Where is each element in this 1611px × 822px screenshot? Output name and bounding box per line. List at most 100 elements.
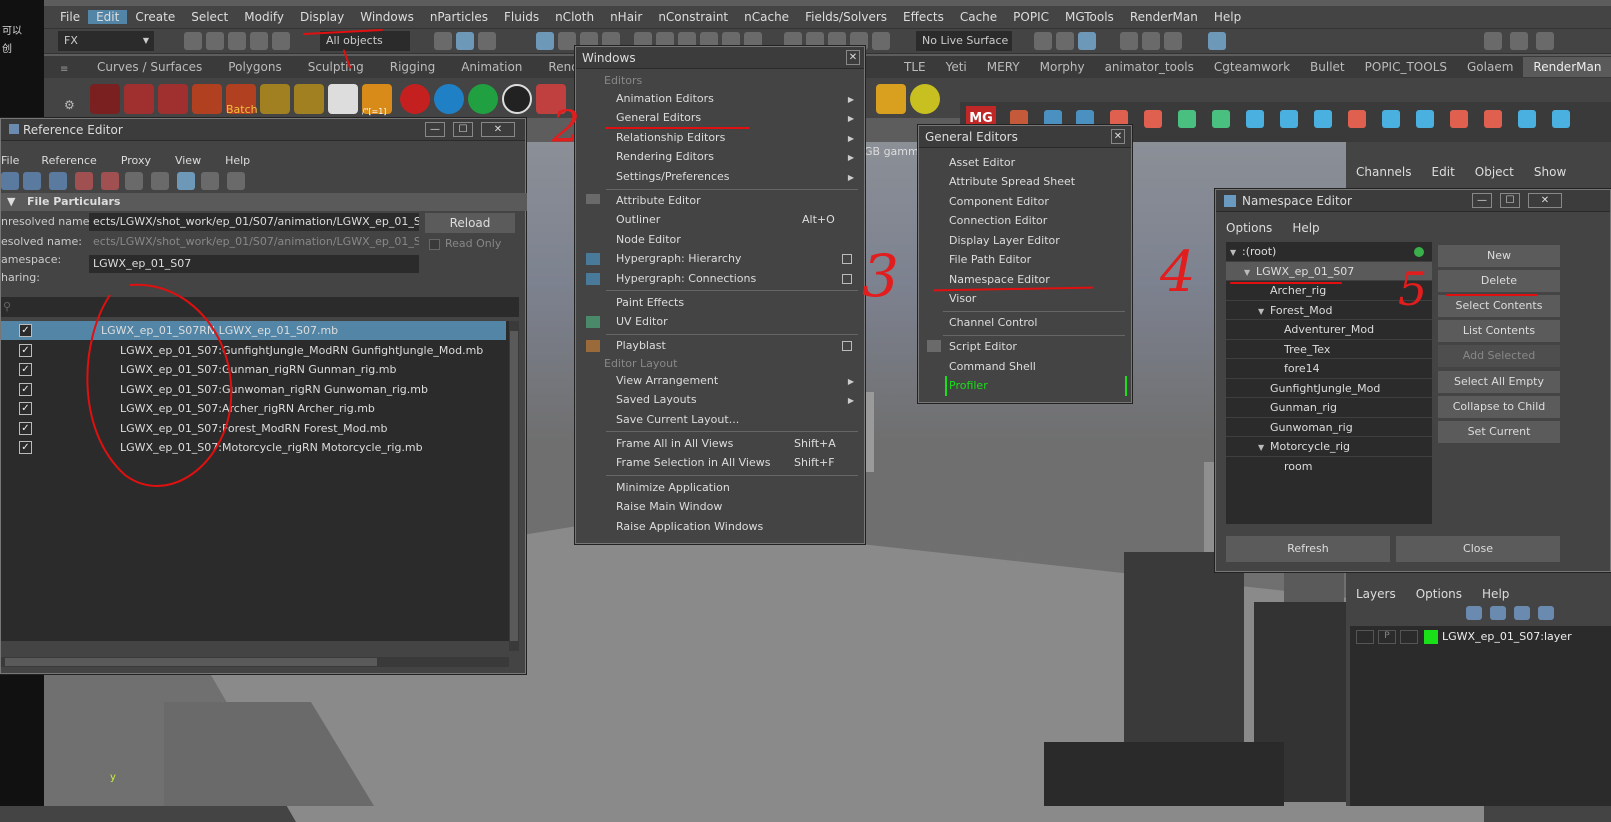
option-box[interactable] (842, 254, 852, 264)
panel-layout-icon[interactable] (1510, 32, 1528, 50)
menu-cache[interactable]: Cache (952, 10, 1005, 24)
cancel-render-icon[interactable] (260, 84, 290, 114)
tree-row[interactable]: Tree_Tex (1226, 340, 1432, 359)
reload-button[interactable]: Reload (425, 213, 515, 233)
tree-row[interactable]: fore14 (1226, 359, 1432, 379)
menu-item-namespace-editor[interactable]: Namespace Editor (949, 273, 1050, 286)
menu-help[interactable]: Help (1472, 587, 1519, 601)
scrollbar-thumb[interactable] (510, 331, 518, 641)
menu-fluids[interactable]: Fluids (496, 10, 547, 24)
menu-item-frame-selection[interactable]: Frame Selection in All Views (616, 456, 770, 469)
reference-checkbox[interactable]: ✓ (19, 421, 32, 435)
replace-reference-icon[interactable] (125, 172, 143, 190)
shelf-tab[interactable]: animator_tools (1095, 60, 1204, 74)
horizontal-scrollbar[interactable] (1, 657, 509, 667)
menu-item-rendering-editors[interactable]: Rendering Editors (616, 150, 714, 163)
menu-effects[interactable]: Effects (895, 10, 952, 24)
menu-item-command-shell[interactable]: Command Shell (949, 360, 1036, 373)
menu-item-relationship-editors[interactable]: Relationship Editors (616, 131, 725, 144)
reference-checkbox[interactable]: ✓ (19, 402, 32, 415)
tree-row[interactable]: ▼ Motorcycle_rig (1226, 437, 1432, 457)
unload-reference-icon[interactable] (23, 172, 41, 190)
pose-icon[interactable] (1314, 110, 1332, 128)
shelf-tab[interactable]: Cgteamwork (1204, 60, 1300, 74)
collapse-to-child-button[interactable]: Collapse to Child (1438, 396, 1560, 418)
blue-sphere-icon[interactable] (434, 84, 464, 114)
menu-item-component-editor[interactable]: Component Editor (949, 195, 1049, 208)
minimize-button[interactable]: — (425, 122, 445, 137)
menu-renderman[interactable]: RenderMan (1122, 10, 1206, 24)
detail-view-icon[interactable] (201, 172, 219, 190)
reference-checkbox[interactable]: ✓ (19, 324, 32, 337)
file-particulars-header[interactable]: ▼ File Particulars (1, 193, 527, 211)
menu-help[interactable]: Help (213, 154, 262, 167)
light-icon[interactable]: /"[=1] (362, 84, 392, 116)
sliders-icon[interactable] (1382, 110, 1400, 128)
menu-edit[interactable]: Edit (1422, 165, 1465, 179)
menu-item-animation-editors[interactable]: Animation Editors (616, 92, 714, 105)
menu-ncloth[interactable]: nCloth (547, 10, 602, 24)
shelf-tab[interactable]: Bullet (1300, 60, 1355, 74)
menu-file[interactable]: File (1, 154, 29, 167)
light-bulb-icon[interactable] (876, 84, 906, 114)
lasso-icon[interactable] (456, 32, 474, 50)
shelf-tab[interactable]: POPIC_TOOLS (1355, 60, 1457, 74)
menu-item-raise-main-window[interactable]: Raise Main Window (616, 500, 722, 513)
brush-icon[interactable] (1450, 110, 1468, 128)
render-view-icon[interactable] (1034, 32, 1052, 50)
shelf-tab[interactable]: MERY (977, 60, 1030, 74)
render-setup-icon[interactable] (1164, 32, 1182, 50)
live-surface-field[interactable]: No Live Surface (916, 31, 1012, 51)
green-sphere-icon[interactable] (468, 84, 498, 114)
mode-dropdown[interactable]: FX ▼ (58, 31, 154, 51)
menu-channels[interactable]: Channels (1346, 165, 1422, 179)
select-contents-button[interactable]: Select Contents (1438, 295, 1560, 317)
menu-help[interactable]: Help (1282, 221, 1329, 235)
menu-show[interactable]: Show (1524, 165, 1576, 179)
namespace-field[interactable]: LGWX_ep_01_S07 (89, 255, 419, 273)
display-type-toggle[interactable] (1400, 630, 1418, 644)
layer-name[interactable]: LGWX_ep_01_S07:layer (1442, 630, 1572, 643)
settings-icon[interactable] (294, 84, 324, 114)
workspace-icon[interactable] (1484, 32, 1502, 50)
shelf-tab[interactable]: Golaem (1457, 60, 1523, 74)
select-reference-icon[interactable] (151, 172, 169, 190)
save-scene-icon[interactable] (228, 32, 246, 50)
set-current-button[interactable]: Set Current (1438, 421, 1560, 443)
black-sphere-icon[interactable] (502, 84, 532, 114)
menu-item-raise-application-windows[interactable]: Raise Application Windows (616, 520, 763, 533)
move-tool-icon[interactable] (536, 32, 554, 50)
menu-nparticles[interactable]: nParticles (422, 10, 496, 24)
visibility-toggle[interactable] (1356, 630, 1374, 644)
close-button[interactable]: ✕ (846, 50, 860, 65)
gear-icon[interactable]: ⚙ (64, 98, 75, 112)
scrollbar-thumb[interactable] (5, 658, 377, 666)
menu-item-playblast[interactable]: Playblast (616, 339, 666, 352)
open-scene-icon[interactable] (206, 32, 224, 50)
menu-item-frame-all[interactable]: Frame All in All Views (616, 437, 733, 450)
menu-proxy[interactable]: Proxy (109, 154, 163, 167)
menu-item-minimize-application[interactable]: Minimize Application (616, 481, 730, 494)
menu-fields-solvers[interactable]: Fields/Solvers (797, 10, 895, 24)
pin-icon[interactable] (1484, 110, 1502, 128)
option-box[interactable] (842, 274, 852, 284)
close-button[interactable]: ✕ (1528, 193, 1562, 208)
rig-icon[interactable] (1178, 110, 1196, 128)
playback-toggle[interactable]: P (1378, 630, 1396, 644)
menu-nhair[interactable]: nHair (602, 10, 650, 24)
close-button[interactable]: ✕ (1111, 129, 1125, 144)
render-globe-icon[interactable] (90, 84, 120, 114)
selection-mask-dropdown[interactable]: All objects (320, 31, 410, 51)
menu-file[interactable]: File (52, 10, 88, 24)
load-reference-icon[interactable] (1, 172, 19, 190)
menu-view[interactable]: View (163, 154, 213, 167)
tree-row[interactable]: Gunwoman_rig (1226, 418, 1432, 437)
menu-object[interactable]: Object (1465, 165, 1524, 179)
undo-icon[interactable] (250, 32, 268, 50)
refresh-button[interactable]: Refresh (1226, 536, 1390, 562)
redo-icon[interactable] (272, 32, 290, 50)
menu-item-saved-layouts[interactable]: Saved Layouts (616, 393, 697, 406)
menu-create[interactable]: Create (127, 10, 183, 24)
paint-select-icon[interactable] (478, 32, 496, 50)
vertical-scrollbar[interactable] (509, 321, 519, 651)
